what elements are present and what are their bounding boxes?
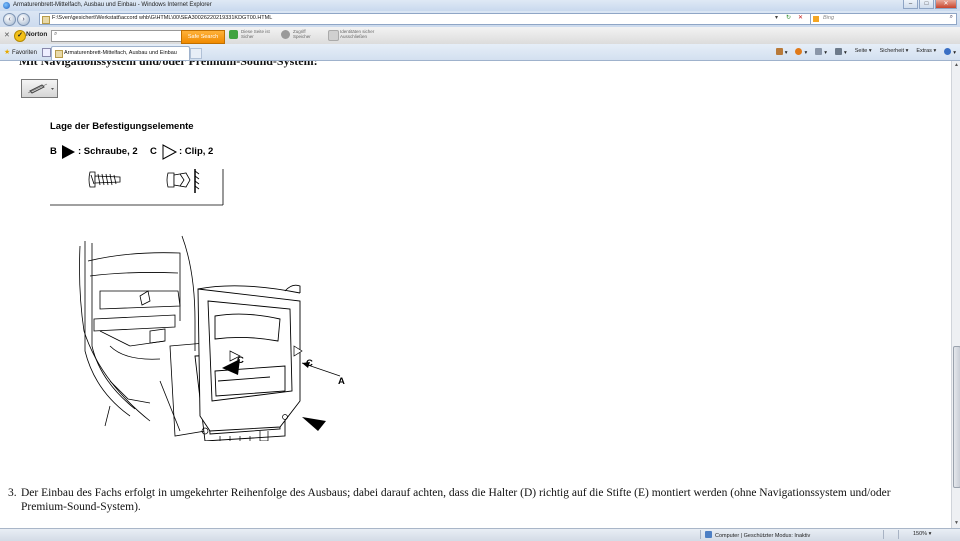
window-title: Armaturenbrett-Mittelfach, Ausbau und Ei… [13, 2, 212, 8]
legend-c-letter: C [150, 146, 157, 157]
minimize-button[interactable]: – [903, 0, 918, 9]
identity-item[interactable]: Identitäten sicher Ausschließen [328, 29, 374, 41]
safety-menu[interactable]: Sicherheit ▾ [880, 48, 909, 56]
illustration-toggle-button[interactable] [21, 79, 58, 98]
site-safety-item[interactable]: Diese Seite ist Sicher [229, 29, 270, 39]
safe-search-button[interactable]: Safe Search [181, 30, 225, 44]
screw-arrow-icon [62, 145, 75, 159]
star-icon: ★ [4, 49, 11, 56]
favorites-label: Favoriten [11, 50, 37, 56]
address-dropdown-icon[interactable]: ▾ [775, 14, 778, 21]
item-line2: Sicher [241, 34, 254, 39]
search-box[interactable]: Bing ⌕ [810, 13, 957, 25]
clip-icon [166, 169, 200, 193]
bing-logo-icon [813, 16, 819, 22]
zone-label: Computer | Geschützter Modus: Inaktiv [715, 533, 811, 539]
status-divider [883, 530, 884, 539]
forward-button[interactable]: › [17, 13, 30, 26]
pocket-outline [194, 284, 301, 441]
zoom-control[interactable]: 150% ▾ [913, 531, 931, 537]
section-heading: Mit Navigationssystem und/oder Premium-S… [19, 61, 318, 68]
step-text: Der Einbau des Fachs erfolgt in umgekehr… [21, 487, 891, 513]
magnifier-icon[interactable]: ⌕ [950, 14, 953, 21]
mail-icon[interactable]: ▾ [815, 48, 827, 56]
dashboard-outline [79, 235, 206, 437]
pencil-icon [27, 83, 54, 94]
console-pocket-illustration: C C A B B [79, 235, 345, 441]
address-url: F:\Sven\gesichert\Werkstatt\accord whb\G… [52, 15, 273, 21]
maximize-button[interactable]: □ [919, 0, 934, 9]
callout-a: A [338, 376, 345, 387]
step-number: 3. [8, 487, 17, 499]
status-bar: Computer | Geschützter Modus: Inaktiv 15… [0, 528, 960, 541]
identity-icon [328, 30, 339, 41]
removal-direction-arrow-icon [302, 417, 326, 431]
help-icon[interactable]: ▾ [944, 48, 956, 56]
screw-icon [88, 171, 121, 188]
check-icon [229, 30, 238, 39]
item-line2: Speicher [293, 34, 311, 39]
norton-toolbar: ✕ ✓ Norton ⌕ Safe Search Diese Seite ist… [0, 27, 960, 45]
close-toolbar-icon[interactable]: ✕ [4, 31, 10, 39]
fastener-legend: Lage der Befestigungselemente B : Schrau… [50, 121, 224, 206]
close-button[interactable]: ✕ [935, 0, 957, 9]
scroll-up-icon[interactable]: ▲ [953, 62, 960, 69]
access-item[interactable]: Zugriff Speicher [281, 29, 311, 39]
security-zone[interactable]: Computer | Geschützter Modus: Inaktiv [705, 531, 810, 539]
favorites-button[interactable]: ★ Favoriten [4, 48, 37, 56]
legend-title: Lage der Befestigungselemente [50, 121, 194, 132]
tools-menu[interactable]: Extras ▾ [916, 48, 936, 56]
status-divider [898, 530, 899, 539]
norton-search-input[interactable]: ⌕ [51, 30, 183, 42]
quick-tabs-icon[interactable] [42, 48, 51, 57]
page-menu[interactable]: Seite ▾ [855, 48, 872, 56]
legend-b-letter: B [50, 146, 57, 157]
clip-arrow-icon [162, 144, 178, 160]
status-divider [700, 530, 701, 539]
access-icon [281, 30, 290, 39]
item-line2: Ausschließen [340, 34, 368, 39]
feeds-icon[interactable]: ▾ [795, 48, 807, 56]
command-bar: ▾ ▾ ▾ ▾ Seite ▾ Sicherheit ▾ Extras ▾ ▾ [775, 48, 956, 56]
back-button[interactable]: ‹ [3, 13, 16, 26]
vertical-scrollbar[interactable]: ▲ ▼ [951, 61, 960, 528]
address-field[interactable]: F:\Sven\gesichert\Werkstatt\accord whb\G… [39, 13, 811, 25]
computer-icon [705, 531, 712, 538]
scrollbar-thumb[interactable] [953, 346, 960, 488]
norton-logo-icon: ✓ [14, 30, 26, 42]
home-icon[interactable]: ▾ [775, 48, 787, 56]
search-icon: ⌕ [54, 31, 58, 37]
page-icon [55, 50, 63, 58]
norton-brand: Norton [26, 31, 48, 38]
tab-toolbar: ★ Favoriten Armaturenbrett-Mittelfach, A… [0, 44, 960, 61]
refresh-icon[interactable]: ↻ [786, 14, 791, 21]
ie-logo-icon [3, 2, 10, 9]
new-tab-button[interactable] [190, 48, 202, 59]
address-toolbar: ‹ › F:\Sven\gesichert\Werkstatt\accord w… [0, 11, 960, 27]
callout-c2: C [306, 358, 313, 369]
print-icon[interactable]: ▾ [835, 48, 847, 56]
tab-label: Armaturenbrett-Mittelfach, Ausbau und Ei… [64, 50, 177, 56]
zoom-level: 150% [913, 531, 928, 537]
page-content: Mit Navigationssystem und/oder Premium-S… [0, 61, 951, 528]
legend-c-text: : Clip, 2 [179, 146, 213, 157]
scroll-down-icon[interactable]: ▼ [953, 520, 960, 527]
tab-active[interactable]: Armaturenbrett-Mittelfach, Ausbau und Ei… [51, 46, 190, 60]
search-placeholder: Bing [823, 15, 835, 21]
page-icon [42, 16, 50, 24]
window-controls: – □ ✕ [903, 0, 957, 9]
legend-b-text: : Schraube, 2 [78, 146, 138, 157]
stop-icon[interactable]: ✕ [798, 14, 803, 21]
callout-c1: C [237, 355, 244, 366]
